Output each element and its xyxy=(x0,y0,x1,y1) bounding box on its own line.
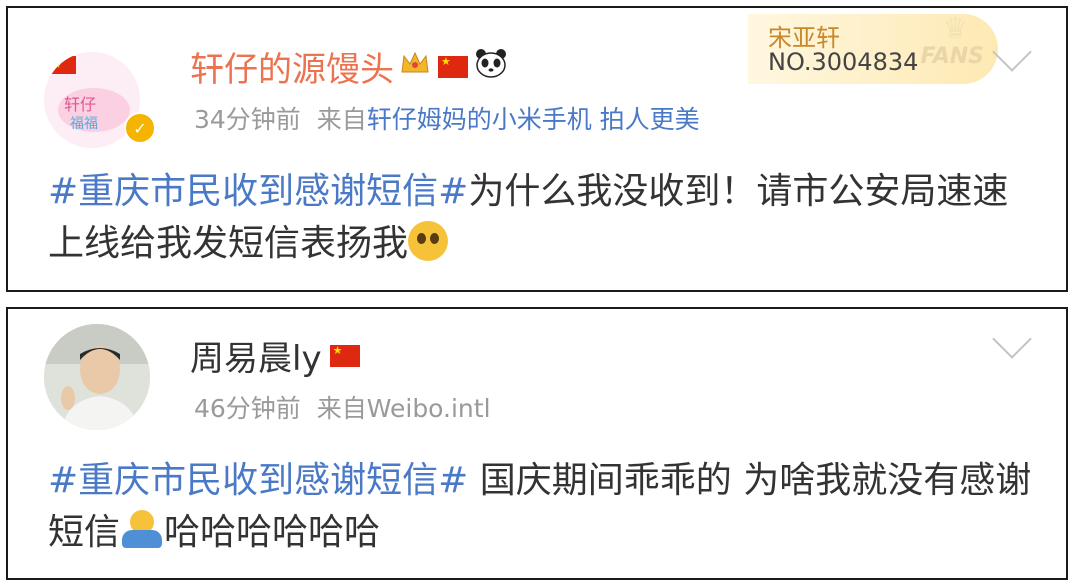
post-text-tail: 哈哈哈哈哈哈 xyxy=(164,512,381,553)
chevron-down-icon[interactable] xyxy=(992,319,1032,359)
china-flag-icon: ★ xyxy=(438,55,468,78)
post-time: 34分钟前 xyxy=(194,105,301,134)
weibo-post-card: ★ 轩仔 福福 ✓ 轩仔的源馒头 ★ 34分钟前 来自轩仔姆妈的小米手机 拍人更… xyxy=(6,6,1068,292)
source-prefix: 来自 xyxy=(316,105,367,134)
user-avatar[interactable] xyxy=(44,324,150,430)
fans-badge-label: FANS xyxy=(920,44,984,69)
verified-badge-icon: ✓ xyxy=(124,112,156,144)
shrug-emoji xyxy=(120,510,164,550)
post-content: #重庆市民收到感谢短信#为什么我没收到！请市公安局速速上线给我发短信表扬我 xyxy=(48,166,1036,270)
username-text[interactable]: 周易晨ly xyxy=(190,331,322,380)
fans-badge[interactable]: ♛ 宋亚轩 NO.3004834 FANS xyxy=(748,12,998,84)
panda-icon xyxy=(474,48,508,85)
hashtag-link[interactable]: #重庆市民收到感谢短信# xyxy=(48,171,468,212)
username[interactable]: 周易晨ly ★ xyxy=(190,331,360,380)
source-prefix: 来自 xyxy=(316,394,367,423)
post-content: #重庆市民收到感谢短信# 国庆期间乖乖的 为啥我就没有感谢短信 哈哈哈哈哈哈 xyxy=(48,455,1036,559)
fans-badge-number: NO.3004834 xyxy=(768,48,919,76)
crown-icon xyxy=(400,50,430,83)
post-source[interactable]: Weibo.intl xyxy=(367,394,491,423)
pleading-face-emoji xyxy=(408,221,449,261)
china-flag-icon: ★ xyxy=(329,344,360,367)
username[interactable]: 轩仔的源馒头 ★ xyxy=(190,42,508,91)
weibo-post-card: 周易晨ly ★ 46分钟前 来自Weibo.intl #重庆市民收到感谢短信# … xyxy=(6,307,1068,580)
chevron-down-icon[interactable] xyxy=(992,32,1032,72)
hashtag-link[interactable]: #重庆市民收到感谢短信# xyxy=(48,460,468,501)
svg-text:福福: 福福 xyxy=(70,116,98,132)
post-meta: 34分钟前 来自轩仔姆妈的小米手机 拍人更美 xyxy=(194,100,700,136)
post-meta: 46分钟前 来自Weibo.intl xyxy=(194,389,491,425)
svg-text:★: ★ xyxy=(54,61,61,70)
post-source[interactable]: 轩仔姆妈的小米手机 拍人更美 xyxy=(367,105,700,134)
crown-watermark-icon: ♛ xyxy=(942,12,968,45)
svg-text:轩仔: 轩仔 xyxy=(64,95,96,114)
username-text[interactable]: 轩仔的源馒头 xyxy=(190,42,394,91)
post-time: 46分钟前 xyxy=(194,394,301,423)
